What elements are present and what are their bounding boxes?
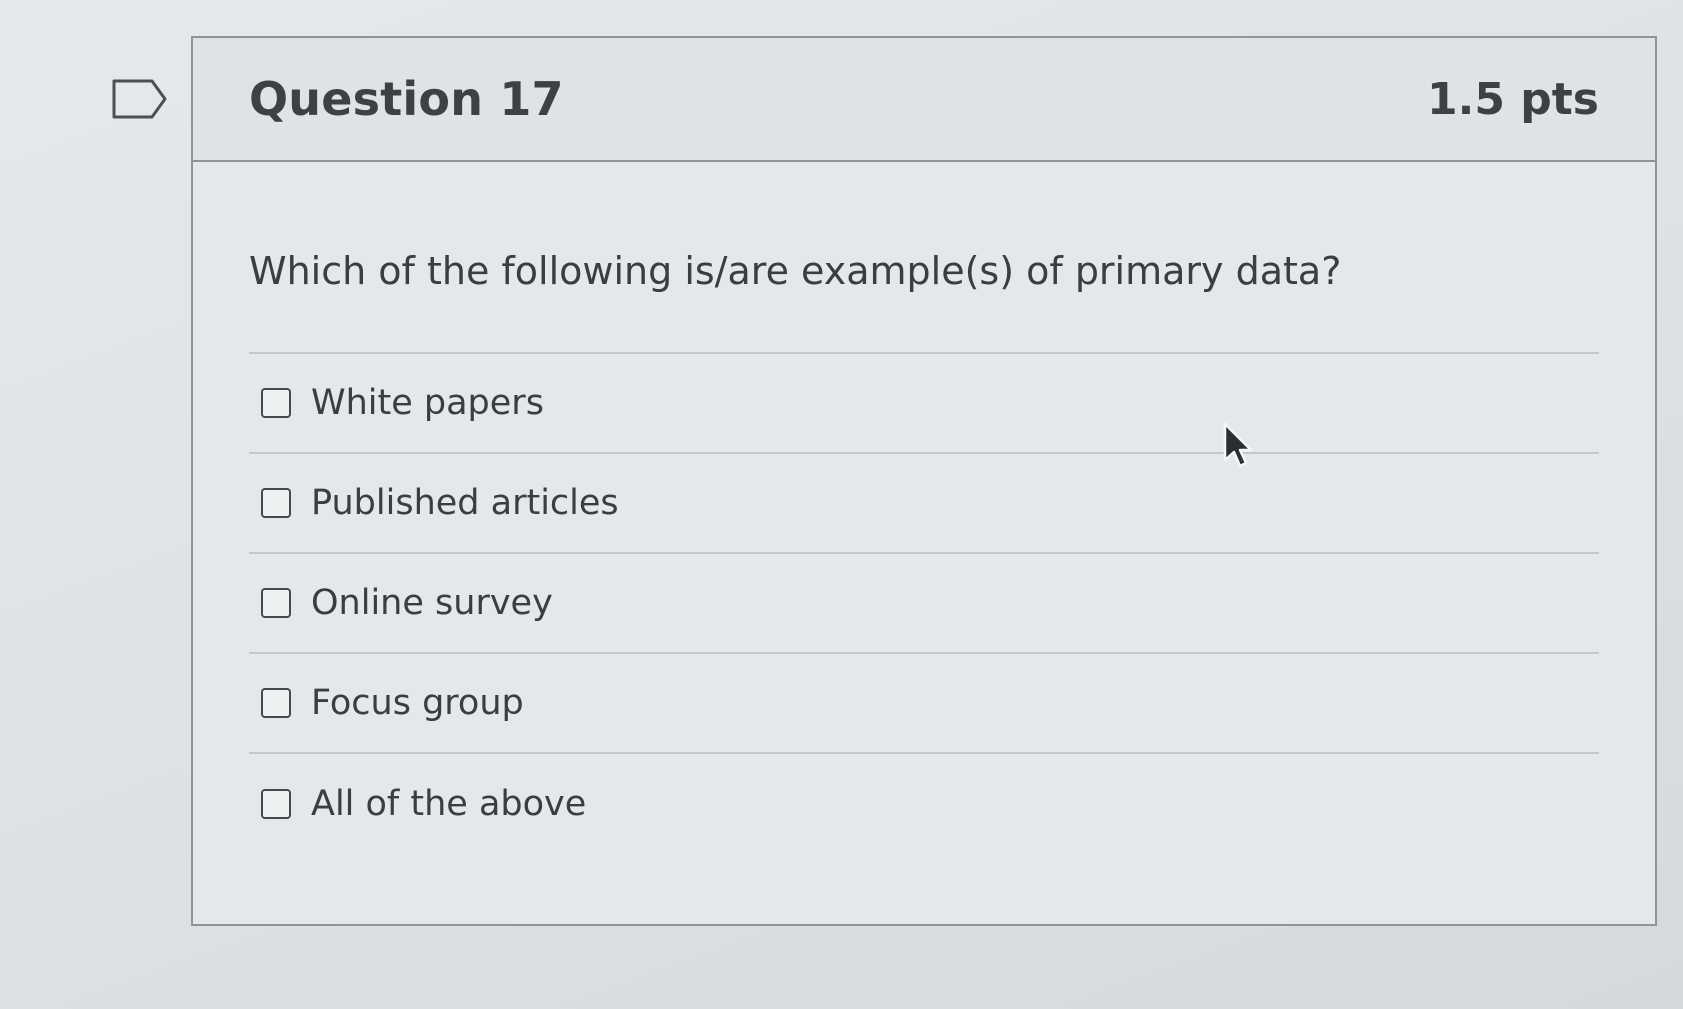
checkbox-published-articles[interactable]	[261, 488, 291, 518]
checkbox-white-papers[interactable]	[261, 388, 291, 418]
question-text: Which of the following is/are example(s)…	[249, 249, 1342, 293]
checkbox-focus-group[interactable]	[261, 688, 291, 718]
answer-option-focus-group[interactable]: Focus group	[249, 654, 1599, 754]
answer-list: White papers Published articles Online s…	[249, 352, 1599, 854]
answer-label[interactable]: All of the above	[311, 784, 586, 824]
answer-option-white-papers[interactable]: White papers	[249, 354, 1599, 454]
answer-option-all-of-the-above[interactable]: All of the above	[249, 754, 1599, 854]
answer-label[interactable]: Published articles	[311, 483, 619, 523]
mouse-pointer-icon	[1223, 422, 1253, 468]
answer-label[interactable]: White papers	[311, 383, 544, 423]
question-points: 1.5 pts	[1427, 73, 1599, 125]
answer-label[interactable]: Online survey	[311, 583, 553, 623]
checkbox-all-of-the-above[interactable]	[261, 789, 291, 819]
answer-label[interactable]: Focus group	[311, 683, 524, 723]
question-title: Question 17	[249, 72, 564, 126]
flag-question-icon[interactable]	[112, 78, 168, 120]
question-body: Which of the following is/are example(s)…	[193, 248, 1655, 854]
checkbox-online-survey[interactable]	[261, 588, 291, 618]
question-header: Question 17 1.5 pts	[193, 38, 1655, 162]
question-card: Question 17 1.5 pts Which of the followi…	[191, 36, 1657, 926]
answer-option-published-articles[interactable]: Published articles	[249, 454, 1599, 554]
answer-option-online-survey[interactable]: Online survey	[249, 554, 1599, 654]
